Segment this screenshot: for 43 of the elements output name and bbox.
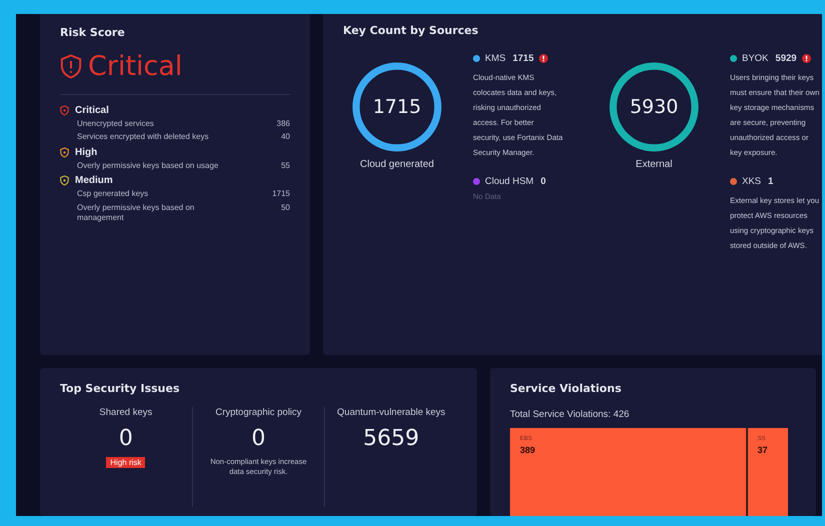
severity-label: Medium	[75, 175, 113, 186]
tile-value: 389	[520, 445, 536, 455]
card-title: Top Security Issues	[60, 382, 181, 395]
issue-label: Overly permissive keys based on usage	[77, 160, 218, 172]
risk-badge: High risk	[106, 457, 146, 468]
issue-count: 50	[281, 202, 290, 214]
donut-total: 5930	[630, 96, 678, 118]
alert-icon	[538, 54, 548, 63]
source-name: XKS	[742, 176, 762, 187]
metric-label: Shared keys	[99, 407, 152, 418]
metric-label: Quantum-vulnerable keys	[337, 407, 446, 418]
severity-label: High	[75, 146, 98, 158]
donut-label: External	[636, 159, 672, 170]
issue-count: 386	[276, 119, 290, 130]
severity-label: Critical	[75, 105, 109, 116]
metric-label: Cryptographic policy	[215, 407, 302, 418]
card-title: Key Count by Sources	[343, 24, 480, 37]
issue-label: Csp generated keys	[77, 189, 148, 200]
issue-count: 1715	[272, 189, 290, 200]
source-count: 1715	[512, 53, 534, 64]
metric-value: 0	[252, 426, 266, 451]
donut-label: Cloud generated	[360, 159, 434, 170]
issue-label: Services encrypted with deleted keys	[77, 132, 209, 143]
issue-count: 55	[281, 160, 290, 172]
issue-label: Unencrypted services	[77, 119, 154, 130]
source-name: Cloud HSM	[485, 176, 534, 187]
source-count: 5929	[775, 53, 797, 64]
warning-shield-icon	[60, 53, 82, 80]
source-count: 1	[768, 176, 774, 187]
issue-label: Overly permissive keys based on management	[77, 202, 196, 224]
issue-count: 40	[281, 132, 290, 143]
donut-total: 1715	[372, 96, 422, 118]
source-count: 0	[540, 176, 546, 187]
source-name: KMS	[485, 53, 506, 64]
alert-icon	[802, 54, 811, 63]
metric-value: 0	[118, 426, 133, 451]
card-title: Service Violations	[510, 382, 622, 395]
tile-value: 37	[758, 445, 769, 455]
total-violations: Total Service Violations: 426	[510, 409, 630, 420]
metric-value: 5659	[363, 426, 420, 451]
risk-level: Critical	[88, 53, 182, 80]
source-name: BYOK	[742, 53, 768, 64]
card-title: Risk Score	[60, 26, 126, 39]
